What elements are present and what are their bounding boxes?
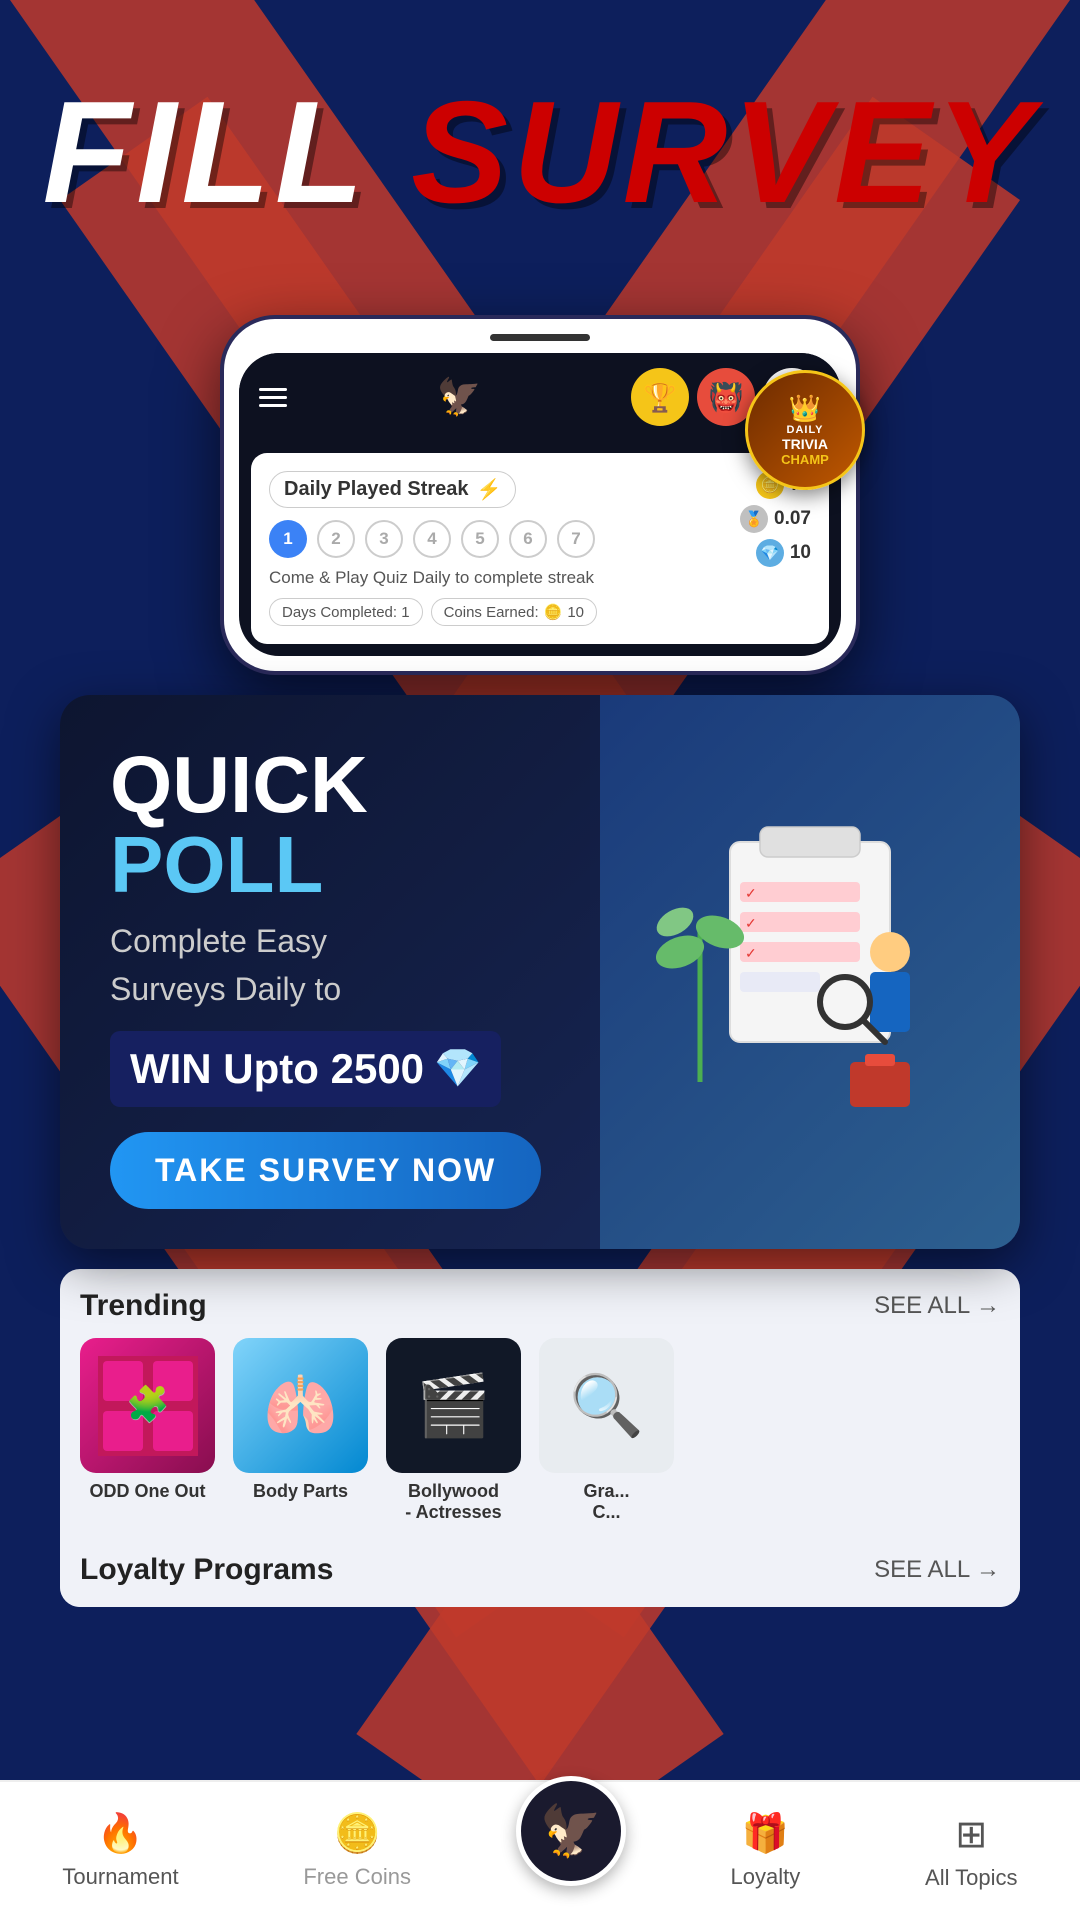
loyalty-nav-label: Loyalty	[731, 1864, 801, 1890]
win-amount-box: WIN Upto 2500 💎	[110, 1031, 501, 1107]
poll-subtitle: Complete Easy Surveys Daily to	[110, 917, 550, 1013]
trending-header: Trending SEE ALL →	[80, 1289, 1000, 1323]
loyalty-see-all[interactable]: SEE ALL →	[874, 1556, 1000, 1584]
all-topics-label: All Topics	[925, 1865, 1018, 1891]
diamond-icon: 💎	[756, 539, 784, 567]
days-completed-badge: Days Completed: 1	[269, 598, 423, 626]
hamburger-icon	[259, 388, 287, 407]
app-root: FILL SURVEY	[0, 0, 1080, 1920]
all-topics-icon: ⊞	[955, 1812, 987, 1857]
poll-title: QUICK POLL	[110, 745, 550, 905]
day-5: 5	[461, 520, 499, 558]
tournament-icon: 🔥	[97, 1812, 144, 1856]
poll-content: QUICK POLL Complete Easy Surveys Daily t…	[60, 695, 600, 1249]
nav-loyalty[interactable]: 🎁 Loyalty	[711, 1802, 821, 1900]
day-1: 1	[269, 520, 307, 558]
body-label: Body Parts	[253, 1481, 348, 1502]
win-text: WIN Upto 2500	[130, 1045, 424, 1093]
trivia-champ-badge[interactable]: 👑 DAILY TRIVIA CHAMP	[745, 370, 865, 490]
content-wrapper: FILL SURVEY	[0, 0, 1080, 1607]
svg-text:✓: ✓	[745, 885, 757, 901]
day-6: 6	[509, 520, 547, 558]
home-logo-icon: 🦅	[540, 1802, 602, 1861]
trophy-button[interactable]: 🏆	[631, 368, 689, 426]
day-4: 4	[413, 520, 451, 558]
nav-center-home[interactable]: 🦅	[516, 1776, 626, 1886]
quick-poll-banner: QUICK POLL Complete Easy Surveys Daily t…	[60, 695, 1020, 1249]
phone-notch	[490, 334, 590, 341]
day-7: 7	[557, 520, 595, 558]
trending-item-body[interactable]: 🫁 Body Parts	[233, 1338, 368, 1523]
coins-earned-badge: Coins Earned: 🪙 10	[431, 598, 597, 626]
trending-see-all[interactable]: SEE ALL →	[874, 1292, 1000, 1320]
odd-thumbnail: 🧩	[80, 1338, 215, 1473]
nav-free-coins[interactable]: 🪙 Free Coins	[283, 1802, 431, 1900]
gra-label: Gra...C...	[583, 1481, 629, 1523]
bottom-navigation: 🔥 Tournament 🪙 Free Coins 🦅 🎁 Loyalty ⊞ …	[0, 1780, 1080, 1920]
loyalty-section: Loyalty Programs SEE ALL →	[60, 1543, 1020, 1607]
stat-diamond: 💎 10	[756, 539, 811, 567]
streak-footer-badges: Days Completed: 1 Coins Earned: 🪙 10	[269, 598, 725, 626]
streak-left-col: Daily Played Streak ⚡ 1 2 3 4 5 6	[269, 471, 725, 626]
silver-medal-icon: 🏅	[740, 505, 768, 533]
gra-thumbnail: 🔍	[539, 1338, 674, 1473]
svg-text:🧩: 🧩	[126, 1384, 170, 1424]
streak-card: Daily Played Streak ⚡ 1 2 3 4 5 6	[251, 453, 829, 644]
day-3: 3	[365, 520, 403, 558]
svg-text:✓: ✓	[745, 945, 757, 961]
trivia-circle: 👑 DAILY TRIVIA CHAMP	[745, 370, 865, 490]
fill-text: FILL	[43, 71, 412, 233]
trending-item-gra[interactable]: 🔍 Gra...C...	[539, 1338, 674, 1523]
bollywood-emoji: 🎬	[416, 1370, 491, 1441]
streak-description: Come & Play Quiz Daily to complete strea…	[269, 568, 725, 588]
loyalty-header: Loyalty Programs SEE ALL →	[80, 1553, 1000, 1587]
tournament-label: Tournament	[62, 1864, 178, 1890]
body-emoji: 🫁	[263, 1370, 338, 1441]
day-2: 2	[317, 520, 355, 558]
body-thumbnail: 🫁	[233, 1338, 368, 1473]
hamburger-button[interactable]	[259, 388, 287, 407]
poll-illustration: ✓ ✓ ✓	[600, 695, 1020, 1249]
svg-text:✓: ✓	[745, 915, 757, 931]
clipboard-svg: ✓ ✓ ✓	[650, 802, 970, 1142]
take-survey-button[interactable]: TAKE SURVEY NOW	[110, 1132, 541, 1209]
loyalty-icon: 🎁	[742, 1812, 789, 1856]
app-bottom-screen: Trending SEE ALL →	[60, 1269, 1020, 1607]
streak-label: Daily Played Streak ⚡	[269, 471, 516, 508]
trending-items-row: 🧩 ODD One Out 🫁 Body Parts	[80, 1338, 1000, 1523]
puzzle-svg: 🧩	[98, 1356, 198, 1456]
free-coins-label: Free Coins	[303, 1864, 411, 1890]
survey-text: SURVEY	[411, 71, 1037, 233]
stat-silver: 🏅 0.07	[740, 505, 811, 533]
nav-tournament[interactable]: 🔥 Tournament	[42, 1802, 198, 1900]
trending-title: Trending	[80, 1289, 207, 1323]
phone-mockup: 🦅 🏆 👹 🎯 Daily Play	[220, 315, 860, 675]
app-logo: 🦅	[437, 376, 482, 418]
bollywood-thumbnail: 🎬	[386, 1338, 521, 1473]
trending-item-odd[interactable]: 🧩 ODD One Out	[80, 1338, 215, 1523]
trending-item-bollywood[interactable]: 🎬 Bollywood- Actresses	[386, 1338, 521, 1523]
hero-title-area: FILL SURVEY	[0, 80, 1080, 225]
trending-section: Trending SEE ALL →	[60, 1269, 1020, 1543]
day-circles: 1 2 3 4 5 6 7	[269, 520, 725, 558]
quick-poll-section: QUICK POLL Complete Easy Surveys Daily t…	[60, 695, 1020, 1249]
win-diamond-icon: 💎	[434, 1047, 481, 1091]
free-coins-icon: 🪙	[333, 1812, 380, 1856]
phone-container: 🦅 🏆 👹 🎯 Daily Play	[220, 275, 860, 675]
loyalty-title: Loyalty Programs	[80, 1553, 333, 1587]
poll-text-area: QUICK POLL Complete Easy Surveys Daily t…	[110, 745, 550, 1107]
bollywood-label: Bollywood- Actresses	[405, 1481, 501, 1523]
page-title: FILL SURVEY	[0, 80, 1080, 225]
gra-emoji: 🔍	[569, 1370, 644, 1441]
nav-all-topics[interactable]: ⊞ All Topics	[905, 1802, 1038, 1901]
odd-label: ODD One Out	[90, 1481, 206, 1502]
